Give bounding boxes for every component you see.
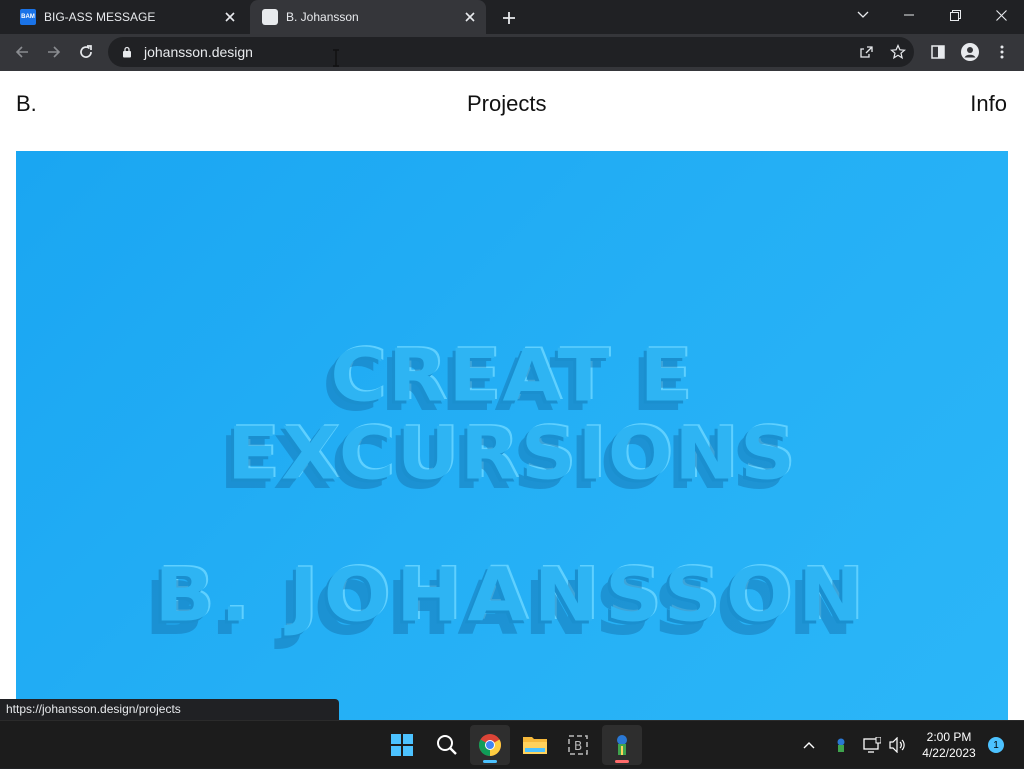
stocks-app-icon (617, 735, 627, 755)
hero-text-line3: B. JOHANSSON (154, 553, 870, 639)
minimize-icon (904, 14, 914, 16)
file-explorer-button[interactable] (515, 725, 555, 765)
active-indicator (483, 760, 497, 763)
clock-date: 4/22/2023 (922, 746, 976, 760)
restore-button[interactable] (932, 0, 978, 30)
volume-button[interactable] (886, 721, 910, 769)
arrow-left-icon (15, 46, 28, 58)
svg-text:B: B (574, 739, 582, 753)
minimize-button[interactable] (886, 0, 932, 30)
bam-favicon-icon: BAM (20, 9, 36, 25)
lock-icon[interactable] (120, 45, 134, 59)
side-panel-icon (931, 45, 945, 59)
info-link[interactable]: Info (970, 91, 1007, 117)
notification-badge[interactable]: 1 (988, 737, 1004, 753)
new-tab-button[interactable] (498, 7, 520, 29)
close-icon (995, 9, 1007, 21)
tab-title: BIG-ASS MESSAGE (44, 10, 156, 24)
app-icon: B (568, 735, 588, 755)
forward-button[interactable] (40, 38, 68, 66)
hero-text-line1: CREAT E (330, 333, 694, 418)
taskbar: B 2:00 PM 4/22/2023 1 (0, 720, 1024, 768)
address-bar[interactable]: johansson.design (108, 37, 914, 67)
url-text[interactable]: johansson.design (144, 44, 253, 60)
hero-text-line2: EXCURSIONS (227, 411, 797, 496)
projects-link[interactable]: Projects (467, 91, 546, 117)
tab-title: B. Johansson (286, 10, 359, 24)
stocks-app-button[interactable] (602, 725, 642, 765)
back-button[interactable] (8, 38, 36, 66)
profile-icon (961, 43, 979, 61)
tab-big-ass-message[interactable]: BAM BIG-ASS MESSAGE (8, 0, 246, 34)
chevron-down-icon (857, 11, 869, 18)
chevron-up-icon (803, 742, 815, 749)
tab-search-button[interactable] (840, 0, 886, 30)
network-icon (863, 737, 881, 753)
web-page: B. Projects Info CREAT E EXCURSIONS B. J… (0, 71, 1024, 720)
tab-b-johansson[interactable]: B. Johansson (250, 0, 486, 34)
folder-icon (523, 737, 547, 754)
menu-button[interactable] (988, 38, 1016, 66)
site-favicon-icon (262, 9, 278, 25)
tab-close-icon[interactable] (220, 7, 240, 27)
bookmark-button[interactable] (884, 37, 912, 67)
site-logo-link[interactable]: B. (16, 91, 37, 117)
search-button[interactable] (427, 725, 467, 765)
side-panel-button[interactable] (924, 38, 952, 66)
link-status-bar: https://johansson.design/projects (0, 699, 339, 720)
tray-app-icon (837, 738, 845, 752)
reload-icon (80, 45, 92, 58)
clock[interactable]: 2:00 PM 4/22/2023 (916, 729, 982, 761)
plus-icon (503, 12, 515, 24)
share-button[interactable] (852, 37, 880, 67)
windows-start-icon (391, 734, 413, 756)
reload-button[interactable] (72, 38, 100, 66)
tab-close-icon[interactable] (460, 7, 480, 27)
profile-button[interactable] (956, 38, 984, 66)
chrome-icon (479, 734, 501, 756)
restore-icon (949, 9, 961, 21)
star-icon (890, 44, 906, 60)
tab-strip: BAM BIG-ASS MESSAGE B. Johansson (0, 0, 1024, 34)
start-button[interactable] (382, 725, 422, 765)
browser-toolbar: johansson.design (0, 34, 1024, 71)
volume-icon (889, 737, 905, 753)
network-button[interactable] (860, 721, 884, 769)
share-icon (860, 46, 873, 58)
active-indicator (615, 760, 629, 763)
search-icon (437, 735, 457, 755)
chrome-taskbar-button[interactable] (470, 725, 510, 765)
kebab-menu-icon (1000, 45, 1004, 59)
show-hidden-icons-button[interactable] (798, 721, 820, 769)
hero-image[interactable]: CREAT E EXCURSIONS B. JOHANSSON (16, 151, 1008, 720)
tray-app-button[interactable] (830, 721, 852, 769)
app-taskbar-button[interactable]: B (558, 725, 598, 765)
text-cursor-icon (333, 49, 339, 67)
arrow-right-icon (48, 46, 61, 58)
close-window-button[interactable] (978, 0, 1024, 30)
clock-time: 2:00 PM (926, 730, 972, 744)
